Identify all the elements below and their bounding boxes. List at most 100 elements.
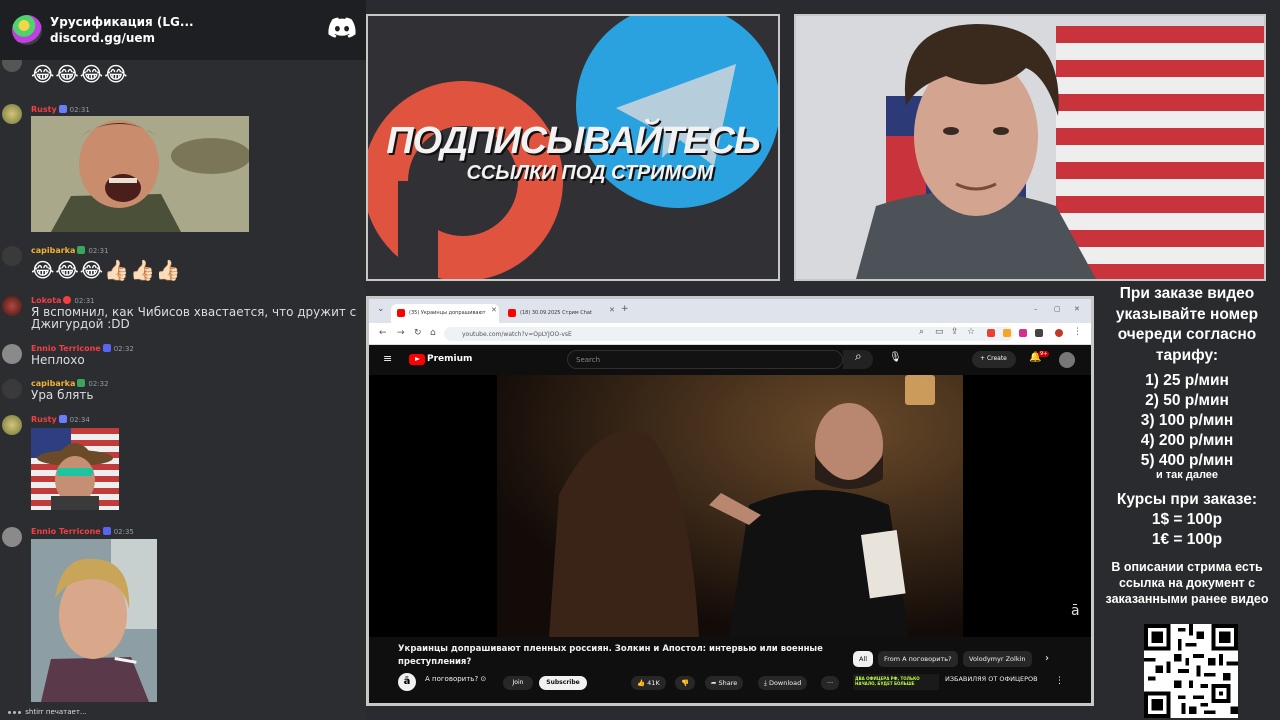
role-badge bbox=[102, 344, 111, 352]
timestamp: 02:31 bbox=[69, 106, 90, 114]
discord-icon bbox=[328, 17, 356, 38]
username[interactable]: capibarka bbox=[31, 246, 75, 255]
reload-icon[interactable]: ↻ bbox=[414, 329, 422, 338]
zoom-icon[interactable]: ⌕ bbox=[919, 328, 924, 337]
dislike-button[interactable]: 👎 bbox=[675, 676, 696, 690]
username[interactable]: capibarka bbox=[31, 379, 75, 388]
hamburger-menu-icon[interactable]: ≡ bbox=[383, 353, 392, 364]
join-button[interactable]: Join bbox=[503, 676, 533, 690]
invite-link[interactable]: discord.gg/uem bbox=[50, 30, 194, 46]
chat-message: 😂😂😂😂 bbox=[0, 60, 366, 96]
download-button[interactable]: ⤓ Download bbox=[758, 676, 808, 690]
timestamp: 02:35 bbox=[113, 528, 134, 536]
chat-message: Ennio Terricone 02:35 bbox=[0, 524, 366, 704]
username[interactable]: Rusty bbox=[31, 415, 57, 424]
channel-avatar-icon[interactable]: ā bbox=[398, 673, 416, 691]
microphone-icon[interactable]: 🎙 bbox=[889, 353, 902, 363]
courses-title: Курсы при заказе: bbox=[1116, 491, 1258, 508]
video-player[interactable]: ā bbox=[369, 375, 1091, 637]
role-badge bbox=[58, 105, 67, 113]
recommended-title[interactable]: ИЗБАВИЛЯЯ ОТ ОФИЦЕРОВ bbox=[945, 675, 1038, 683]
back-icon[interactable]: ← bbox=[379, 329, 387, 338]
timestamp: 02:31 bbox=[74, 297, 95, 305]
username[interactable]: Ennio Terricone bbox=[31, 344, 101, 353]
gif-laughing-officer[interactable] bbox=[31, 116, 249, 232]
youtube-favicon-icon bbox=[508, 309, 516, 317]
like-button[interactable]: 👍 41K bbox=[631, 676, 666, 690]
avatar bbox=[2, 296, 22, 316]
video-frame-image: ā bbox=[369, 375, 1091, 637]
tab-stream-chat[interactable]: (18) 30.09.2025 Стрим Chat bbox=[502, 304, 608, 323]
chat-message: Lokota 02:31 Я вспомнил, как Чибисов хвас… bbox=[0, 293, 366, 335]
order-info-panel: При заказе видео указывайте номер очеред… bbox=[1094, 282, 1280, 720]
gif-cowboy-flag[interactable] bbox=[31, 428, 119, 510]
youtube-logo-icon[interactable] bbox=[409, 354, 425, 365]
profile-icon[interactable] bbox=[1055, 329, 1063, 337]
chip-from-channel[interactable]: From А поговорить? bbox=[878, 651, 958, 667]
create-button[interactable]: + Create bbox=[972, 351, 1016, 368]
more-actions-button[interactable]: ··· bbox=[821, 676, 840, 690]
new-tab-icon[interactable]: + bbox=[621, 305, 629, 314]
menu-kebab-icon[interactable]: ⋮ bbox=[1073, 328, 1082, 337]
message-text: Я вспомнил, как Чибисов хвастается, что … bbox=[31, 305, 357, 331]
role-badge bbox=[77, 379, 86, 387]
avatar bbox=[2, 104, 22, 124]
svg-text:ā: ā bbox=[1071, 603, 1080, 619]
chevron-right-icon[interactable]: › bbox=[1045, 654, 1049, 664]
avatar bbox=[2, 415, 22, 435]
avatar bbox=[2, 527, 22, 547]
subscribe-button[interactable]: Subscribe bbox=[539, 676, 587, 690]
extension-icon[interactable] bbox=[1003, 329, 1011, 337]
webcam-feed bbox=[794, 14, 1266, 281]
youtube-brand[interactable]: Premium bbox=[427, 354, 472, 364]
close-tab-icon[interactable]: ✕ bbox=[491, 306, 497, 315]
rate-item: 1) 25 р/мин bbox=[1145, 372, 1229, 389]
extensions-puzzle-icon[interactable] bbox=[1035, 329, 1043, 337]
rates-list: 1) 25 р/мин 2) 50 р/мин 3) 100 р/мин 4) … bbox=[1094, 371, 1280, 471]
thumbs-up-icon: 👍 bbox=[637, 679, 648, 687]
course-usd: 1$ = 100р bbox=[1151, 511, 1223, 528]
promo-banner: ПОДПИСЫВАЙТЕСЬ ССЫЛКИ ПОД СТРИМОМ bbox=[366, 14, 780, 281]
url-input[interactable]: youtube.com/watch?v=OpLYJOO-vsE bbox=[444, 327, 1014, 341]
avatar bbox=[2, 246, 22, 266]
extension-icon[interactable] bbox=[987, 329, 995, 337]
share-button[interactable]: ➦ Share bbox=[705, 676, 744, 690]
extension-icon[interactable] bbox=[1019, 329, 1027, 337]
channel-name[interactable]: А поговорить? ⊙ bbox=[425, 675, 486, 683]
recommended-menu-icon[interactable]: ⋮ bbox=[1055, 677, 1064, 686]
close-window-icon[interactable]: ✕ bbox=[1074, 305, 1080, 314]
close-tab-icon[interactable]: ✕ bbox=[609, 306, 615, 315]
username[interactable]: Rusty bbox=[31, 105, 57, 114]
promo-subtitle: ССЫЛКИ ПОД СТРИМОМ bbox=[466, 162, 714, 184]
chip-volodymyr-zolkin[interactable]: Volodymyr Zolkin bbox=[963, 651, 1032, 667]
timestamp: 02:32 bbox=[88, 380, 109, 388]
share-page-icon[interactable]: ⇪ bbox=[951, 328, 959, 337]
recommended-thumbnail[interactable]: ДВА ОФИЦЕРА РФ, ТОЛЬКО НАЧАЛО, БУДЕТ БОЛ… bbox=[853, 674, 939, 690]
username[interactable]: Lokota bbox=[31, 296, 61, 305]
chat-message: Rusty 02:31 bbox=[0, 101, 366, 236]
youtube-favicon-icon bbox=[397, 309, 405, 317]
search-icon[interactable]: ⌕ bbox=[855, 350, 862, 362]
tab-youtube-video[interactable]: (35) Украинцы допрашивают bbox=[391, 304, 499, 323]
username[interactable]: Ennio Terricone bbox=[31, 527, 101, 536]
home-icon[interactable]: ⌂ bbox=[430, 329, 436, 338]
message-text: 😂😂😂👍🏻👍🏻👍🏻 bbox=[31, 258, 182, 282]
gif-smoking-man[interactable] bbox=[31, 539, 157, 702]
youtube-search-input[interactable]: Search bbox=[567, 350, 843, 369]
minimize-icon[interactable]: – bbox=[1034, 305, 1038, 314]
install-icon[interactable]: ▭ bbox=[935, 328, 944, 337]
discord-header: Урусификация (LG... discord.gg/uem bbox=[0, 0, 366, 60]
video-title: Украинцы допрашивают пленных россиян. Зо… bbox=[398, 644, 823, 667]
discord-chat-overlay: Урусификация (LG... discord.gg/uem 😂😂😂😂 … bbox=[0, 0, 366, 720]
role-badge bbox=[102, 527, 111, 535]
forward-icon[interactable]: → bbox=[397, 329, 405, 338]
rate-item: 5) 400 р/мин bbox=[1140, 452, 1234, 469]
account-avatar[interactable] bbox=[1059, 352, 1075, 368]
rate-item: 4) 200 р/мин bbox=[1140, 432, 1234, 449]
streamer-webcam-image bbox=[796, 16, 1264, 279]
chip-all[interactable]: All bbox=[853, 651, 874, 667]
smoking-man-image bbox=[31, 539, 157, 702]
tab-search-icon[interactable]: ⌄ bbox=[377, 305, 385, 314]
maximize-icon[interactable]: ▢ bbox=[1054, 305, 1061, 314]
bookmark-star-icon[interactable]: ☆ bbox=[967, 328, 975, 337]
